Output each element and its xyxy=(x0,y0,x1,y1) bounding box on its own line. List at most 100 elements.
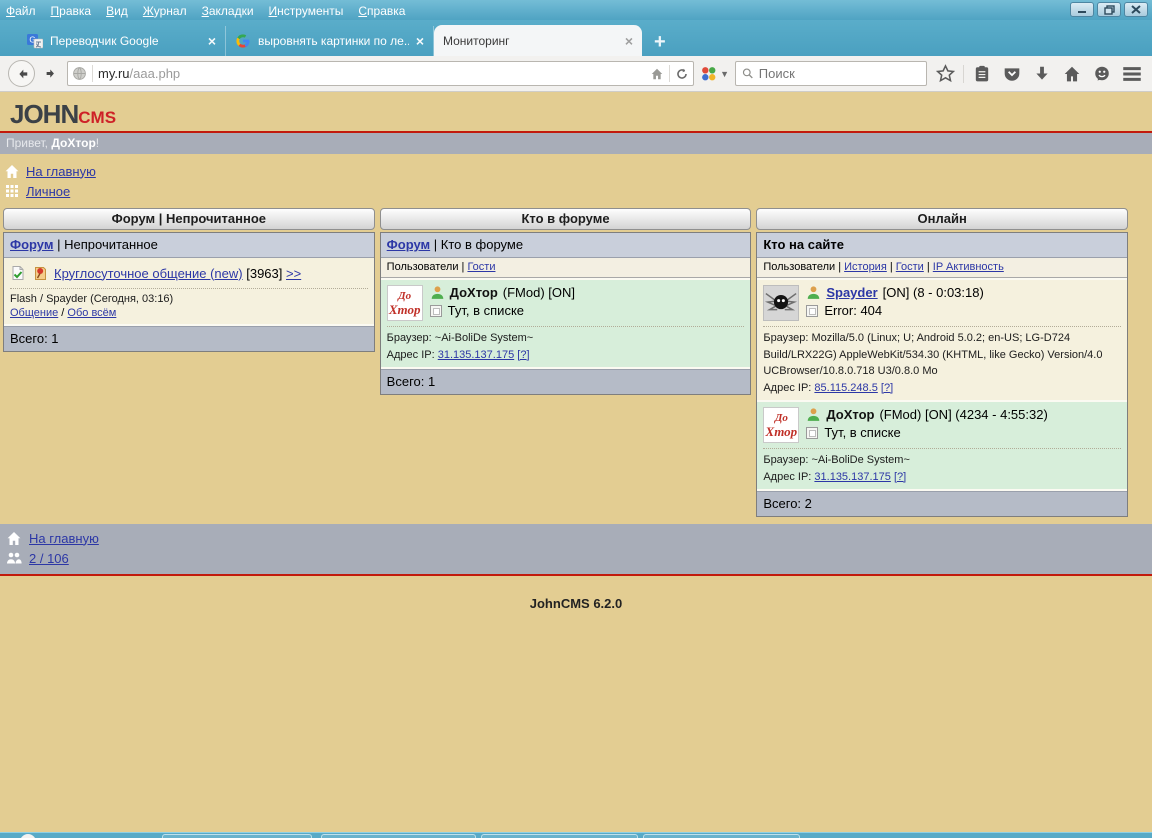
back-button[interactable] xyxy=(8,60,35,87)
forward-button[interactable] xyxy=(41,64,61,84)
restore-button[interactable] xyxy=(1097,2,1121,17)
minimize-button[interactable] xyxy=(1070,2,1094,17)
ip-help-link[interactable]: [?] xyxy=(881,382,893,394)
home-icon xyxy=(1063,65,1081,83)
greeting-prefix: Привет, xyxy=(6,136,51,150)
start-orb[interactable] xyxy=(20,834,36,838)
pinned-topic-icon xyxy=(32,265,48,281)
divider xyxy=(669,65,670,82)
colored-grid-icon xyxy=(700,65,717,82)
panel-online: Онлайн Кто на сайте Пользователи | Истор… xyxy=(756,208,1128,517)
filter-ip-activity-link[interactable]: IP Активность xyxy=(933,261,1004,273)
user-location: Error: 404 xyxy=(824,303,882,318)
taskbar-window-button[interactable] xyxy=(481,834,638,838)
tab-google-translate[interactable]: G Переводчик Google × xyxy=(18,26,226,56)
who-on-site-label: Кто на сайте xyxy=(763,237,844,252)
greeting-username: ДоХтор xyxy=(51,136,95,150)
topic-subcategory-link[interactable]: Обо всём xyxy=(67,307,116,319)
menu-button[interactable] xyxy=(1120,62,1144,86)
avatar-text: До xyxy=(764,411,798,425)
avatar[interactable] xyxy=(763,285,799,321)
panel-title: Кто в форуме xyxy=(380,208,752,230)
hamburger-icon xyxy=(1122,65,1142,83)
pocket-button[interactable] xyxy=(1000,62,1024,86)
taskbar-window-button[interactable] xyxy=(162,834,312,838)
filter-history-link[interactable]: История xyxy=(844,261,887,273)
downloads-button[interactable] xyxy=(1030,62,1054,86)
menu-file[interactable]: Файл xyxy=(6,4,36,18)
panel-total: Всего: 1 xyxy=(381,369,751,394)
username-link[interactable]: Spayder xyxy=(826,285,877,300)
monitor-columns: Форум | Непрочитанное Форум | Непрочитан… xyxy=(3,208,1128,517)
taskbar-window-button[interactable] xyxy=(643,834,800,838)
breadcrumb-separator: | xyxy=(434,237,437,252)
menu-view[interactable]: Вид xyxy=(106,4,128,18)
divider xyxy=(963,65,964,83)
reader-home-icon[interactable] xyxy=(650,67,664,81)
search-input[interactable] xyxy=(759,66,920,81)
url-bar[interactable]: my.ru/aaa.php xyxy=(67,61,694,86)
site-footer-bar: На главную 2 / 106 xyxy=(0,524,1152,576)
filter-guests-link[interactable]: Гости xyxy=(896,261,924,273)
taskbar-window-button[interactable] xyxy=(321,834,476,838)
page-content: JOHNCMS Привет, ДоХтор! На главную Лично… xyxy=(0,92,1152,832)
user-meta: (FMod) [ON] (4234 - 4:55:32) xyxy=(879,407,1047,422)
bookmark-star-button[interactable] xyxy=(933,62,957,86)
filter-separator: | xyxy=(838,261,841,273)
menu-tools[interactable]: Инструменты xyxy=(269,4,344,18)
tab-google-search[interactable]: выровнять картинки по ле... × xyxy=(226,26,434,56)
menu-history[interactable]: Журнал xyxy=(143,4,187,18)
panel-total: Всего: 1 xyxy=(4,326,374,351)
search-engine-button[interactable]: ▼ xyxy=(700,65,729,82)
ip-help-link[interactable]: [?] xyxy=(894,471,906,483)
ip-link[interactable]: 85.115.248.5 xyxy=(814,382,877,394)
topic-last-page-link[interactable]: >> xyxy=(286,266,301,281)
menu-bookmarks[interactable]: Закладки xyxy=(202,4,254,18)
tab-title: Мониторинг xyxy=(443,34,618,48)
footer-home-link[interactable]: На главную xyxy=(29,531,99,546)
logo-john-text: JOHN xyxy=(10,99,78,129)
select-checkbox-icon[interactable] xyxy=(806,427,818,439)
breadcrumb-forum-link[interactable]: Форум xyxy=(10,237,53,252)
user-status-icon xyxy=(430,285,445,300)
filter-guests-link[interactable]: Гости xyxy=(467,261,495,273)
divider xyxy=(92,65,93,82)
filter-row: Пользователи | Гости xyxy=(381,258,751,278)
topic-category-link[interactable]: Общение xyxy=(10,307,58,319)
home-button[interactable] xyxy=(1060,62,1084,86)
hello-button[interactable] xyxy=(1090,62,1114,86)
breadcrumb: Форум | Непрочитанное xyxy=(4,233,374,258)
breadcrumb: Форум | Кто в форуме xyxy=(381,233,751,258)
topic-link[interactable]: Круглосуточное общение (new) xyxy=(54,266,243,281)
filter-users-label: Пользователи xyxy=(387,261,459,273)
nav-home-link[interactable]: На главную xyxy=(26,164,96,179)
grid-icon xyxy=(4,185,19,197)
nav-personal-link[interactable]: Личное xyxy=(26,184,70,199)
select-checkbox-icon[interactable] xyxy=(806,305,818,317)
bookmarks-menu-button[interactable] xyxy=(970,62,994,86)
ip-link[interactable]: 31.135.137.175 xyxy=(814,471,890,483)
new-tab-button[interactable]: + xyxy=(654,32,666,52)
breadcrumb-forum-link[interactable]: Форум xyxy=(387,237,430,252)
menu-edit[interactable]: Правка xyxy=(51,4,92,18)
avatar[interactable]: До Хтор xyxy=(387,285,423,321)
tab-close-icon[interactable]: × xyxy=(625,34,633,48)
menu-help[interactable]: Справка xyxy=(358,4,405,18)
ip-label: Адрес IP: xyxy=(763,382,811,394)
ip-link[interactable]: 31.135.137.175 xyxy=(438,349,514,361)
download-icon xyxy=(1033,65,1051,83)
avatar[interactable]: До Хтор xyxy=(763,407,799,443)
tab-monitoring[interactable]: Мониторинг × xyxy=(434,25,642,56)
footer-online-counter-link[interactable]: 2 / 106 xyxy=(29,551,69,566)
tab-close-icon[interactable]: × xyxy=(416,34,424,48)
user-status-icon xyxy=(806,285,821,300)
avatar-text: До xyxy=(388,289,422,303)
ip-help-link[interactable]: [?] xyxy=(517,349,529,361)
site-logo: JOHNCMS xyxy=(0,92,1152,133)
tab-close-icon[interactable]: × xyxy=(208,34,216,48)
close-button[interactable] xyxy=(1124,2,1148,17)
reload-icon[interactable] xyxy=(675,67,689,81)
user-location: Тут, в списке xyxy=(448,303,524,318)
select-checkbox-icon[interactable] xyxy=(430,305,442,317)
top-nav-links: На главную Личное xyxy=(0,154,1152,206)
